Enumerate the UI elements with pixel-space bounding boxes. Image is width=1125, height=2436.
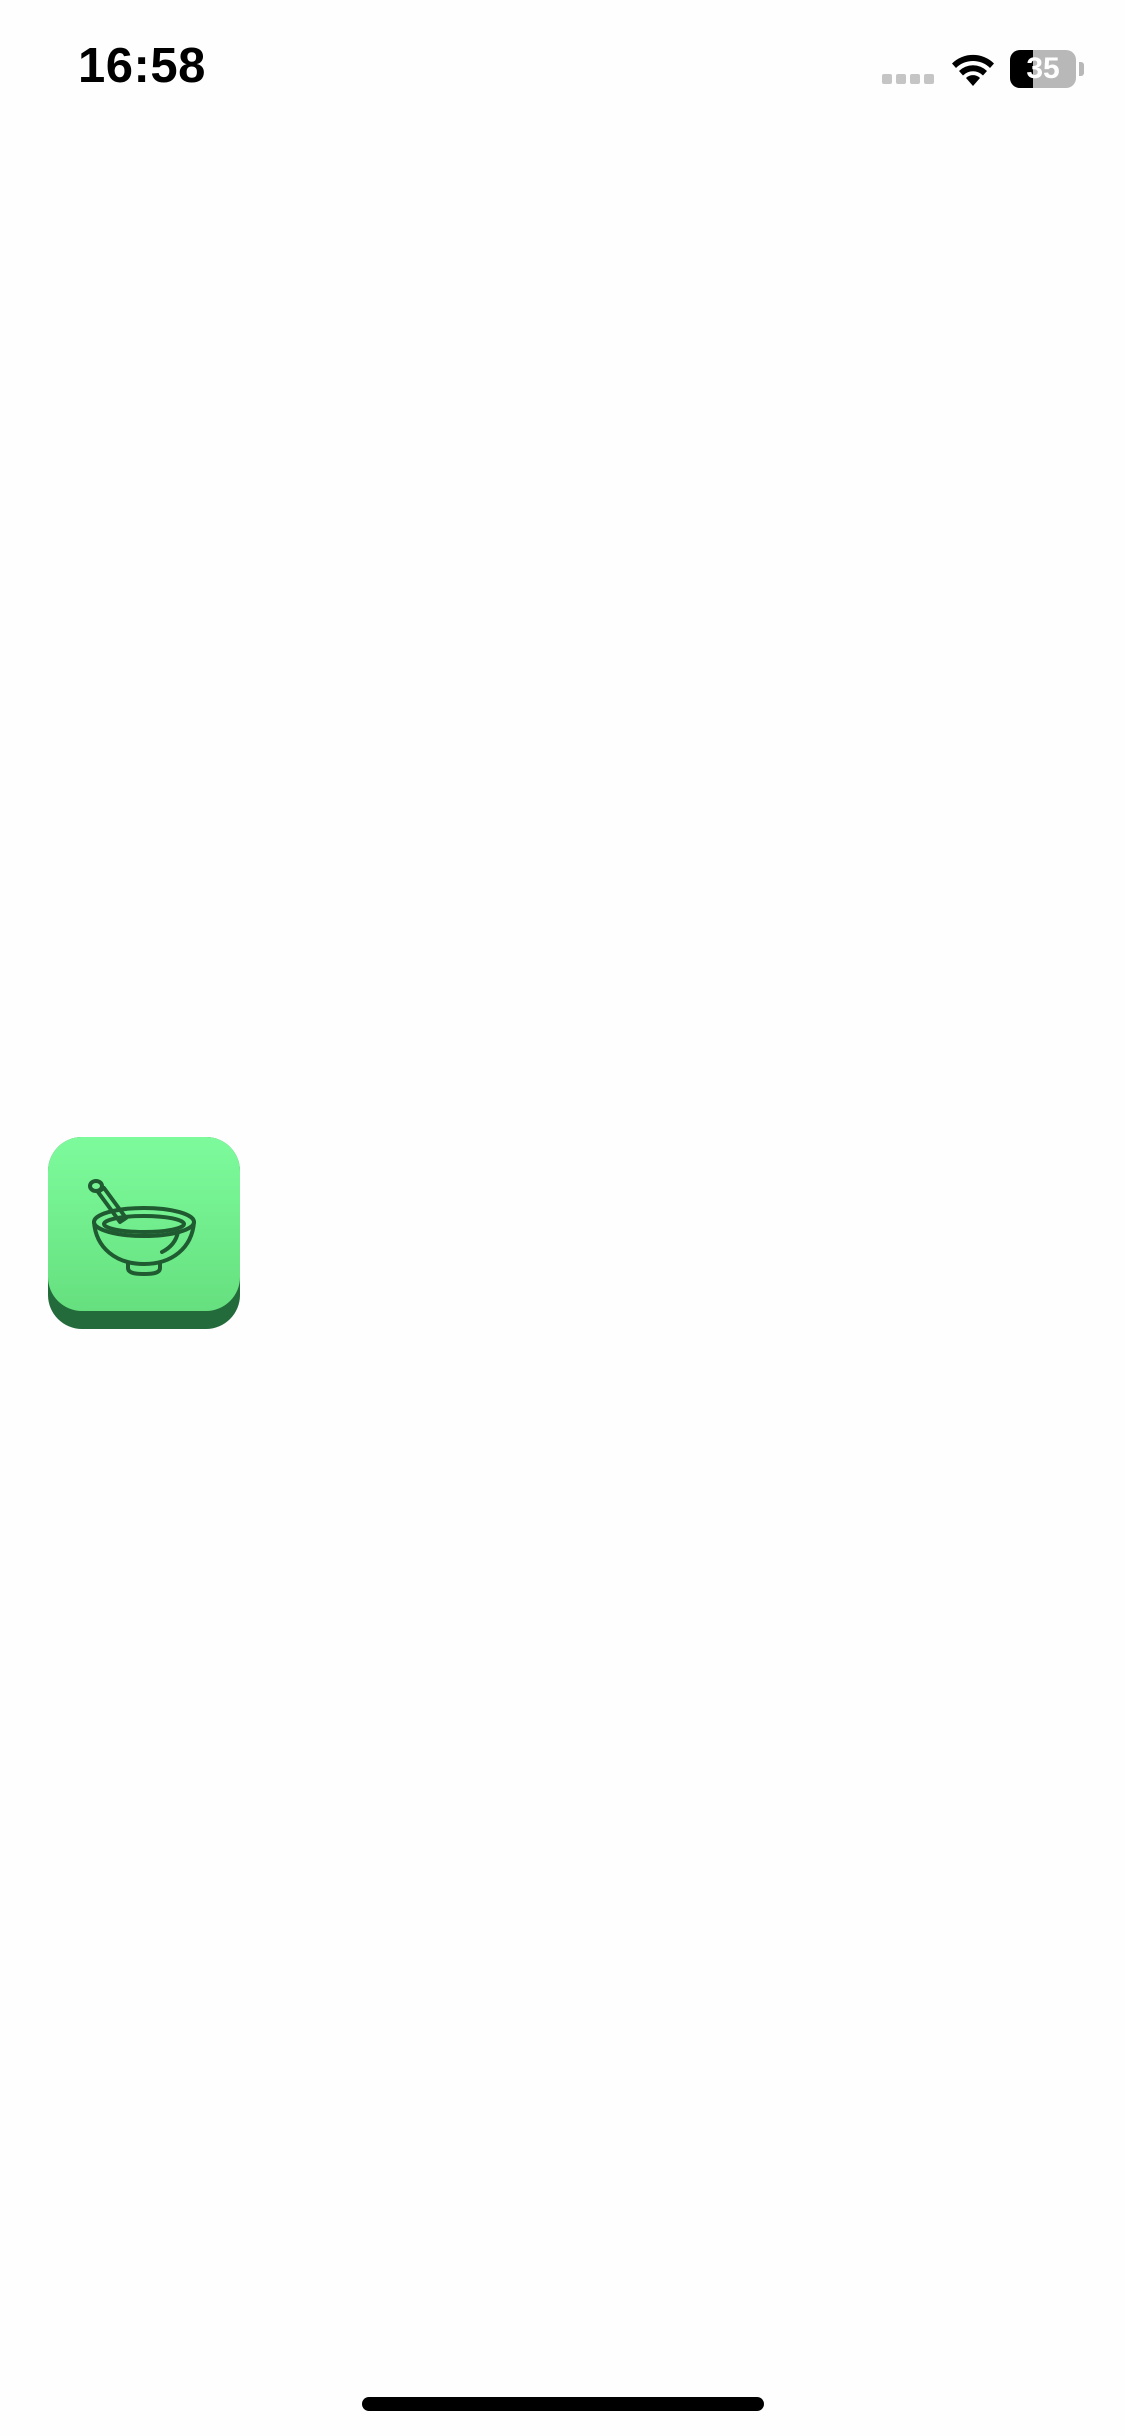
- status-bar: 16:58 35: [0, 0, 1125, 140]
- wifi-icon: [952, 54, 994, 86]
- status-time: 16:58: [78, 39, 206, 93]
- mortar-and-pestle-icon: [88, 1179, 196, 1276]
- app-icon-button[interactable]: [48, 1137, 240, 1329]
- screen: 16:58 35: [0, 0, 1125, 2436]
- app-icon-face: [48, 1137, 240, 1311]
- home-indicator[interactable]: [362, 2397, 764, 2411]
- battery-percentage: 35: [1026, 52, 1060, 85]
- battery-icon: 35: [1010, 50, 1084, 88]
- cellular-signal-icon: [882, 73, 938, 85]
